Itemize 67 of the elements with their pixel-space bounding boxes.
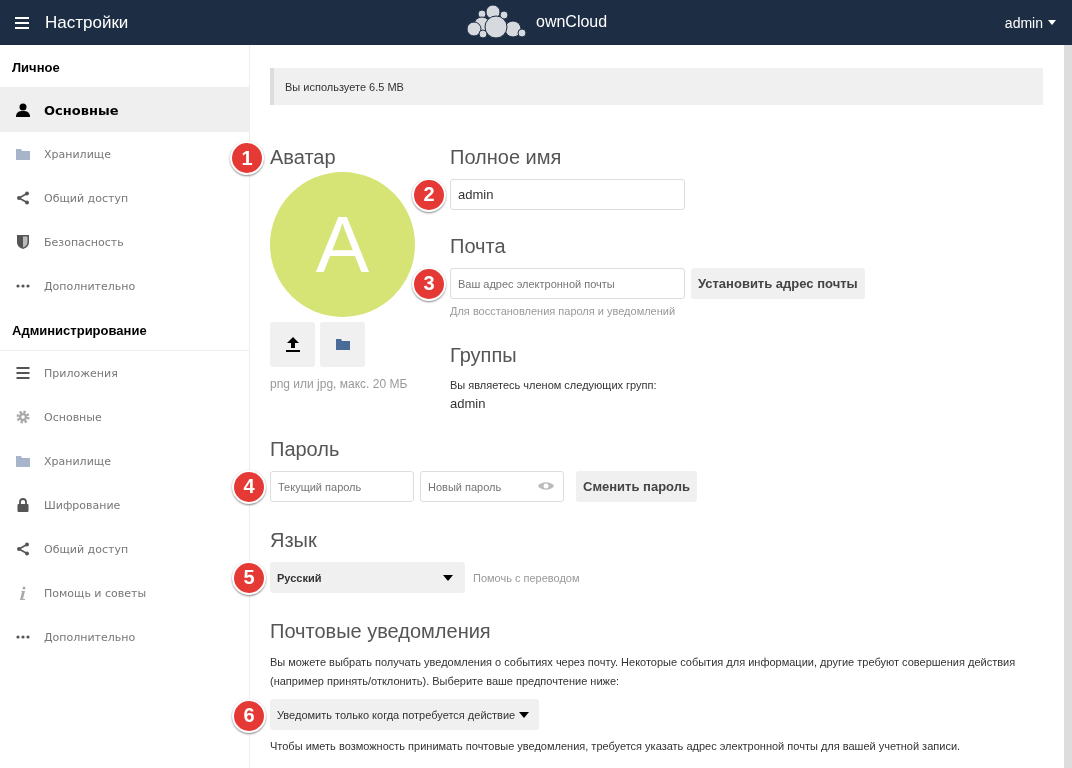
upload-icon bbox=[285, 337, 300, 352]
logo-text: ownCloud bbox=[536, 13, 608, 31]
caret-icon bbox=[1048, 20, 1056, 25]
notification-select[interactable]: Уведомить только когда потребуется действие bbox=[270, 699, 540, 730]
section-heading: Группы bbox=[450, 343, 518, 367]
section-heading: Администрирование bbox=[0, 308, 249, 351]
sidebar-item[interactable]: Шифрование bbox=[0, 483, 227, 527]
quota-text: Вы используете 6.5 MB bbox=[285, 80, 404, 93]
menu-icon[interactable] bbox=[15, 16, 29, 29]
step-marker: 2 bbox=[412, 177, 446, 212]
section-heading: Полное имя bbox=[450, 145, 563, 169]
scrollbar[interactable] bbox=[1064, 45, 1072, 768]
sidebar-item[interactable]: Основные bbox=[0, 395, 227, 439]
step-marker: 3 bbox=[412, 266, 446, 301]
app-title[interactable]: Настройки bbox=[45, 12, 129, 33]
sidebar-item[interactable]: Дополнительно bbox=[0, 615, 227, 659]
language-select[interactable]: Русский bbox=[270, 562, 465, 593]
share-icon bbox=[15, 191, 31, 205]
current-password-field[interactable]: Текущий пароль bbox=[270, 471, 414, 502]
step-marker: 6 bbox=[232, 698, 266, 733]
caret-icon bbox=[443, 574, 453, 581]
set-email-button[interactable]: Установить адрес почты bbox=[691, 268, 865, 299]
share-icon bbox=[15, 542, 31, 556]
list-icon bbox=[15, 367, 31, 379]
step-marker: 5 bbox=[232, 560, 266, 595]
notifications-description: Вы можете выбрать получать уведомления о событиях через почту. Некоторые события для информации, другие требуют совершения действия (например принять/отклонить). Выберите ваше предпочтение ниже: bbox=[270, 655, 1017, 689]
section-heading: Язык bbox=[270, 528, 318, 552]
shield-icon bbox=[15, 235, 31, 249]
full-name-field[interactable]: admin bbox=[450, 179, 685, 210]
gear-icon bbox=[15, 410, 31, 424]
change-password-button[interactable]: Сменить пароль bbox=[576, 471, 697, 502]
sidebar-item[interactable]: Хранилище bbox=[0, 132, 227, 176]
lock-icon bbox=[15, 498, 31, 512]
sidebar-item[interactable]: Дополнительно bbox=[0, 264, 227, 308]
step-marker: 4 bbox=[232, 469, 266, 504]
sidebar-item[interactable]: Приложения bbox=[0, 351, 227, 395]
groups-text: Вы являетесь членом следующих групп: bbox=[450, 379, 658, 391]
cloud-logo-icon bbox=[466, 5, 528, 39]
sidebar-item[interactable]: Безопасность bbox=[0, 220, 227, 264]
section-heading: Почтовые уведомления bbox=[270, 619, 492, 643]
folder-icon bbox=[335, 339, 350, 350]
avatar-circle: A bbox=[270, 172, 415, 317]
sidebar-item[interactable]: Помощь и советы bbox=[0, 571, 227, 615]
email-hint: Для восстановления пароля и уведомлений bbox=[450, 305, 677, 317]
translation-help-link[interactable]: Помочь с переводом bbox=[473, 571, 580, 584]
new-password-field[interactable]: Новый пароль bbox=[420, 471, 564, 502]
folder-icon bbox=[15, 148, 31, 160]
email-field[interactable]: Ваш адрес электронной почты bbox=[450, 268, 685, 299]
sidebar-item[interactable]: Общий доступ bbox=[0, 176, 227, 220]
notifications-note: Чтобы иметь возможность принимать почтовые уведомления, требуется указать адрес электронной почты для вашей учетной записи. bbox=[270, 740, 962, 752]
folder-icon bbox=[15, 455, 31, 467]
group-name: admin bbox=[450, 396, 487, 411]
caret-icon bbox=[519, 711, 530, 718]
section-heading: Почта bbox=[450, 234, 507, 258]
step-marker: 1 bbox=[230, 141, 264, 175]
folder-button[interactable] bbox=[320, 322, 365, 367]
sidebar-item[interactable]: Общий доступ bbox=[0, 527, 227, 571]
user-menu[interactable]: admin bbox=[1004, 10, 1056, 35]
sidebar-item[interactable]: Хранилище bbox=[0, 439, 227, 483]
more-icon bbox=[15, 284, 31, 288]
sidebar-item[interactable]: Основные bbox=[0, 88, 249, 132]
more-icon bbox=[15, 635, 31, 639]
avatar-hint: png или jpg, макс. 20 МБ bbox=[270, 377, 409, 391]
section-heading: Пароль bbox=[270, 437, 341, 461]
person-icon bbox=[15, 103, 31, 117]
section-heading: Аватар bbox=[270, 145, 337, 169]
upload-button[interactable] bbox=[270, 322, 315, 367]
